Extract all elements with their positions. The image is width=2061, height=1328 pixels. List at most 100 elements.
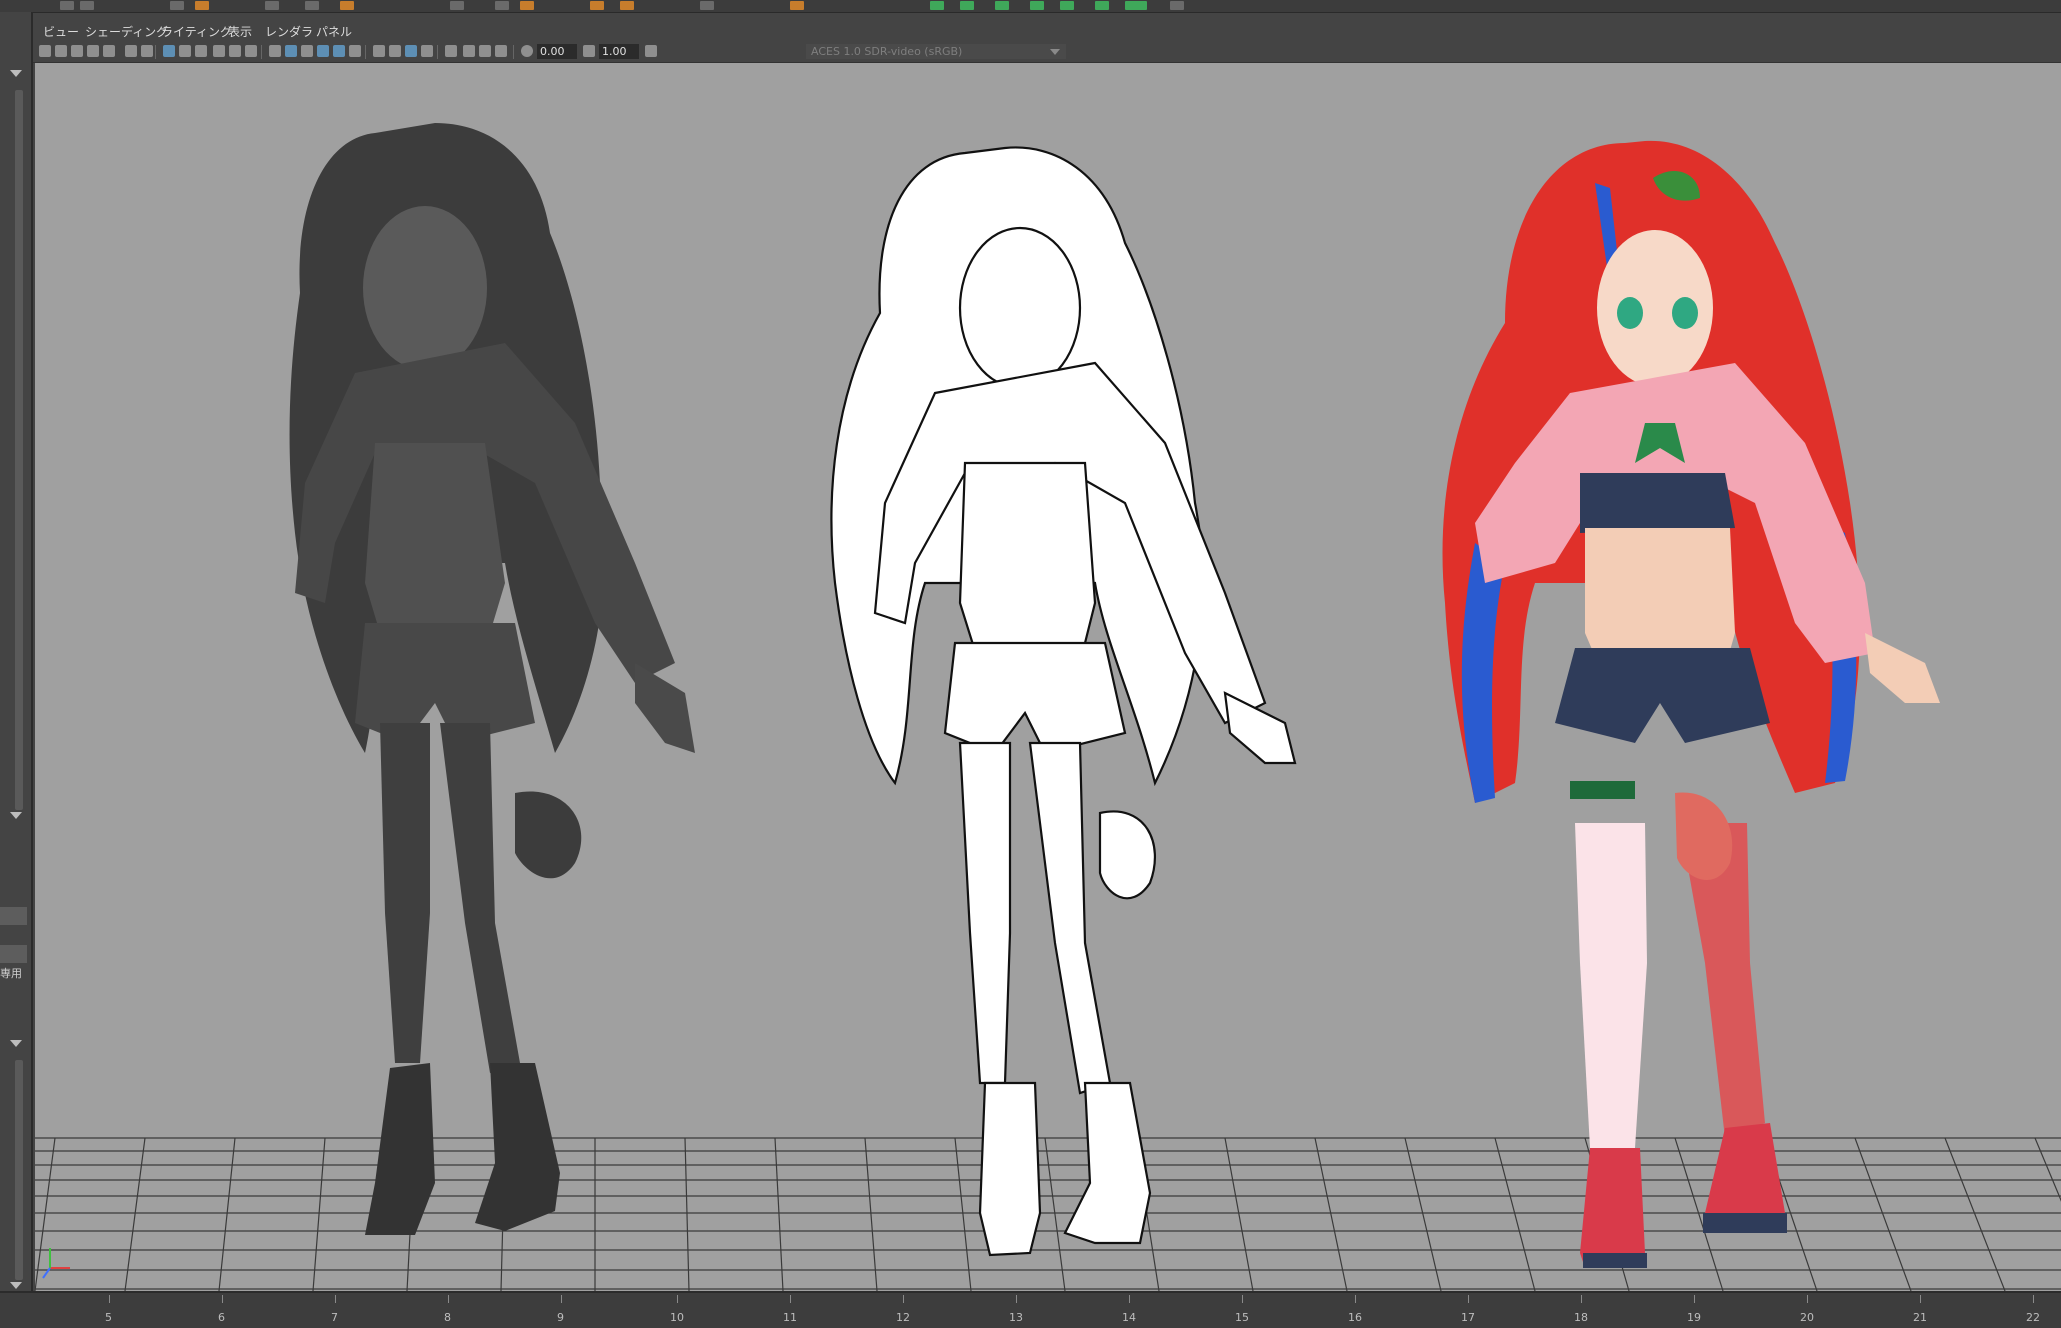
- tool-icon[interactable]: [265, 1, 279, 10]
- textured-model-crop-top: [1580, 473, 1735, 533]
- menu-show[interactable]: 表示: [228, 23, 252, 40]
- anti-aliasing-icon[interactable]: [405, 45, 417, 57]
- timeline-tick-line: [448, 1295, 449, 1303]
- side-scrollbar[interactable]: [15, 90, 23, 810]
- tool-icon[interactable]: [1170, 1, 1184, 10]
- motion-blur-icon[interactable]: [389, 45, 401, 57]
- tool-icon[interactable]: [1060, 1, 1074, 10]
- tool-icon[interactable]: [305, 1, 319, 10]
- timeline-tick-line: [1468, 1295, 1469, 1303]
- camera-attributes-icon[interactable]: [55, 45, 67, 57]
- tool-icon[interactable]: [960, 1, 974, 10]
- field-chart-icon[interactable]: [229, 45, 241, 57]
- color-space-dropdown[interactable]: ACES 1.0 SDR-video (sRGB): [806, 44, 1066, 59]
- separator: [365, 45, 366, 59]
- tool-icon[interactable]: [520, 1, 534, 10]
- 3d-viewport[interactable]: [35, 63, 2061, 1291]
- timeline-tick-line: [903, 1295, 904, 1303]
- view-transform-icon[interactable]: [645, 45, 657, 57]
- tool-icon[interactable]: [700, 1, 714, 10]
- exposure-field[interactable]: 0.00: [537, 44, 577, 59]
- timeline-tick-line: [1694, 1295, 1695, 1303]
- grid-toggle-icon[interactable]: [163, 45, 175, 57]
- tool-icon[interactable]: [790, 1, 804, 10]
- timeline-tick-line: [335, 1295, 336, 1303]
- side-scrollbar[interactable]: [15, 1060, 23, 1280]
- image-plane-icon[interactable]: [87, 45, 99, 57]
- use-all-lights-icon[interactable]: [333, 45, 345, 57]
- tool-icon[interactable]: [170, 1, 184, 10]
- tool-icon[interactable]: [1030, 1, 1044, 10]
- textured-model-right-hand: [1865, 633, 1940, 703]
- timeline-tick-label: 21: [1913, 1311, 1927, 1324]
- textured-model-torso: [1585, 528, 1735, 668]
- scroll-down-arrow-icon[interactable]: [10, 1282, 22, 1289]
- xray-icon[interactable]: [141, 45, 153, 57]
- safe-action-icon[interactable]: [245, 45, 257, 57]
- timeline-tick-line: [2033, 1295, 2034, 1303]
- menu-panels[interactable]: パネル: [316, 23, 352, 40]
- camera-select-icon[interactable]: [39, 45, 51, 57]
- side-tab[interactable]: [0, 907, 27, 925]
- wireframe-outline-model[interactable]: [830, 146, 1297, 1257]
- grey-model-right-leg: [440, 723, 520, 1073]
- resolution-gate-icon[interactable]: [195, 45, 207, 57]
- ambient-occlusion-icon[interactable]: [373, 45, 385, 57]
- tool-icon[interactable]: [80, 1, 94, 10]
- smooth-shade-icon[interactable]: [285, 45, 297, 57]
- menu-shading[interactable]: シェーディング: [85, 23, 168, 40]
- wireframe-on-shaded-icon[interactable]: [301, 45, 313, 57]
- isolate-icon[interactable]: [125, 45, 137, 57]
- bookmark-icon[interactable]: [71, 45, 83, 57]
- grey-model-face: [363, 206, 487, 370]
- tool-icon[interactable]: [995, 1, 1009, 10]
- timeline-tick-line: [1807, 1295, 1808, 1303]
- tool-icon[interactable]: [930, 1, 944, 10]
- gate-mask-icon[interactable]: [213, 45, 225, 57]
- timeline-tick-line: [1242, 1295, 1243, 1303]
- grease-pencil-icon[interactable]: [103, 45, 115, 57]
- time-slider[interactable]: 5 6 7 8 9 10 11 12 13 14 15 16 17 18 19 …: [0, 1291, 2061, 1328]
- separator: [437, 45, 438, 59]
- textured-icon[interactable]: [317, 45, 329, 57]
- timeline-tick-label: 19: [1687, 1311, 1701, 1324]
- tool-icon[interactable]: [590, 1, 604, 10]
- shadows-icon[interactable]: [349, 45, 361, 57]
- select-camera-icon[interactable]: [445, 45, 457, 57]
- tool-icon[interactable]: [340, 1, 354, 10]
- tool-icon[interactable]: [60, 1, 74, 10]
- collapse-arrow-icon[interactable]: [10, 70, 22, 77]
- tool-icon[interactable]: [1095, 1, 1109, 10]
- tool-icon[interactable]: [450, 1, 464, 10]
- two-sided-lighting-icon[interactable]: [463, 45, 475, 57]
- tool-icon[interactable]: [1125, 1, 1147, 10]
- tool-icon[interactable]: [195, 1, 209, 10]
- timeline-tick-line: [561, 1295, 562, 1303]
- panel-menu-bar: ビュー シェーディング ライティング 表示 レンダラ パネル: [33, 20, 2061, 42]
- grey-shaded-model[interactable]: [289, 123, 695, 1235]
- tool-icon[interactable]: [620, 1, 634, 10]
- wireframe-icon[interactable]: [269, 45, 281, 57]
- timeline-tick-label: 18: [1574, 1311, 1588, 1324]
- film-gate-icon[interactable]: [179, 45, 191, 57]
- left-side-panel: 専用: [0, 12, 33, 1291]
- textured-model-right-boot-sole: [1703, 1213, 1787, 1233]
- timeline-tick-label: 22: [2026, 1311, 2040, 1324]
- exposure-icon[interactable]: [521, 45, 533, 57]
- menu-view[interactable]: ビュー: [43, 23, 79, 40]
- collapse-arrow-icon[interactable]: [10, 1040, 22, 1047]
- separator: [513, 45, 514, 59]
- depth-of-field-icon[interactable]: [421, 45, 433, 57]
- xray-joints-icon[interactable]: [495, 45, 507, 57]
- menu-lighting[interactable]: ライティング: [161, 23, 232, 40]
- menu-renderer[interactable]: レンダラ: [265, 23, 313, 40]
- top-toolbar-strip: [0, 0, 2061, 13]
- side-tab[interactable]: [0, 945, 27, 963]
- textured-model[interactable]: [1442, 140, 1941, 1268]
- backface-culling-icon[interactable]: [479, 45, 491, 57]
- scroll-down-arrow-icon[interactable]: [10, 812, 22, 819]
- gamma-field[interactable]: 1.00: [599, 44, 639, 59]
- gamma-icon[interactable]: [583, 45, 595, 57]
- side-label: 専用: [0, 967, 22, 980]
- tool-icon[interactable]: [495, 1, 509, 10]
